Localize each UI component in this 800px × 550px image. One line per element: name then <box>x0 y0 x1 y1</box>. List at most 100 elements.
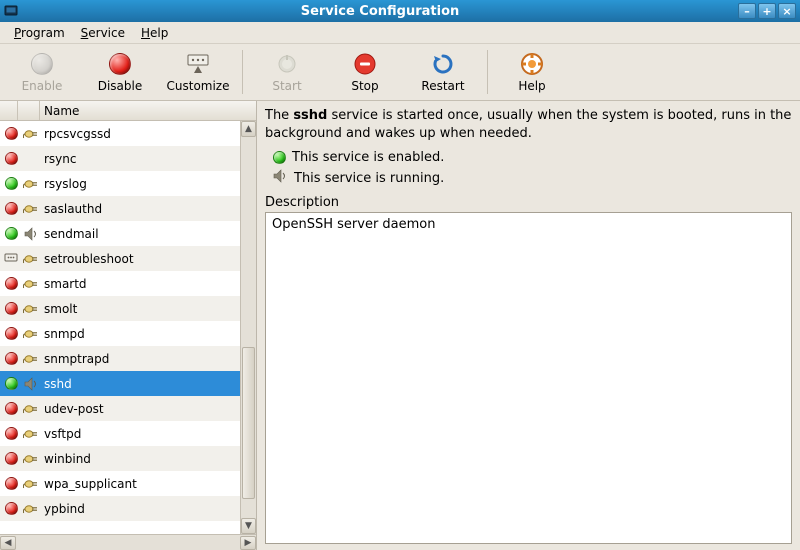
running-icon <box>20 427 42 441</box>
service-row-winbind[interactable]: winbind <box>0 446 240 471</box>
customize-button[interactable]: Customize <box>160 46 236 98</box>
restart-button[interactable]: Restart <box>405 46 481 98</box>
running-speaker-icon <box>273 169 288 187</box>
status-led-icon <box>2 302 20 315</box>
app-icon <box>4 4 18 18</box>
stop-button[interactable]: Stop <box>327 46 403 98</box>
toolbar-separator <box>487 50 488 94</box>
status-led-icon <box>2 202 20 215</box>
service-name: ypbind <box>42 502 238 516</box>
header-col-status[interactable] <box>0 101 18 120</box>
maximize-button[interactable]: + <box>758 3 776 19</box>
scroll-down-icon[interactable]: ▼ <box>241 518 256 534</box>
service-row-sshd[interactable]: sshd <box>0 371 240 396</box>
running-icon <box>20 402 42 416</box>
main-pane: Name rpcsvcgssdrsyncrsyslog saslauthd send… <box>0 101 800 550</box>
running-icon <box>20 377 42 391</box>
service-list-pane: Name rpcsvcgssdrsyncrsyslog saslauthd send… <box>0 101 257 550</box>
enabled-status-line: This service is enabled. <box>273 148 792 167</box>
help-icon <box>519 51 545 77</box>
status-led-icon <box>2 277 20 290</box>
service-name: smolt <box>42 302 238 316</box>
enabled-led-icon <box>273 151 286 164</box>
selected-service-name: sshd <box>293 108 327 123</box>
running-icon <box>20 452 42 466</box>
running-icon <box>20 352 42 366</box>
menu-program[interactable]: Program <box>6 24 73 42</box>
running-status-text: This service is running. <box>294 171 444 186</box>
service-list[interactable]: rpcsvcgssdrsyncrsyslog saslauthd sendmail s… <box>0 121 240 534</box>
description-box[interactable]: OpenSSH server daemon <box>265 212 792 544</box>
service-name: wpa_supplicant <box>42 477 238 491</box>
enable-icon <box>29 51 55 77</box>
scroll-thumb[interactable] <box>242 347 255 499</box>
service-row-udev-post[interactable]: udev-post <box>0 396 240 421</box>
description-label: Description <box>265 195 792 210</box>
help-button[interactable]: Help <box>494 46 570 98</box>
service-row-rsync[interactable]: rsync <box>0 146 240 171</box>
service-row-ypbind[interactable]: ypbind <box>0 496 240 521</box>
header-col-running[interactable] <box>18 101 40 120</box>
detail-pane: The sshd service is started once, usuall… <box>257 101 800 550</box>
vertical-scrollbar[interactable]: ▲ ▼ <box>240 121 256 534</box>
header-col-name[interactable]: Name <box>40 104 256 118</box>
service-name: udev-post <box>42 402 238 416</box>
list-header[interactable]: Name <box>0 101 256 121</box>
disable-icon <box>107 51 133 77</box>
enabled-status-text: This service is enabled. <box>292 150 444 165</box>
status-led-icon <box>2 452 20 465</box>
status-led-icon <box>2 152 20 165</box>
running-icon <box>20 302 42 316</box>
description-text: OpenSSH server daemon <box>272 217 436 232</box>
horizontal-scrollbar[interactable]: ◀ ▶ <box>0 534 256 550</box>
scroll-left-icon[interactable]: ◀ <box>0 536 16 550</box>
service-name: setroubleshoot <box>42 252 238 266</box>
running-icon <box>20 177 42 191</box>
service-row-snmptrapd[interactable]: snmptrapd <box>0 346 240 371</box>
stop-icon <box>352 51 378 77</box>
running-icon <box>20 327 42 341</box>
running-icon <box>20 252 42 266</box>
status-led-icon <box>2 377 20 390</box>
status-led-icon <box>2 253 20 265</box>
status-led-icon <box>2 427 20 440</box>
service-row-rsyslog[interactable]: rsyslog <box>0 171 240 196</box>
close-button[interactable]: × <box>778 3 796 19</box>
menu-help[interactable]: Help <box>133 24 176 42</box>
service-name: sendmail <box>42 227 238 241</box>
status-led-icon <box>2 227 20 240</box>
service-row-saslauthd[interactable]: saslauthd <box>0 196 240 221</box>
scroll-right-icon[interactable]: ▶ <box>240 536 256 550</box>
service-row-smolt[interactable]: smolt <box>0 296 240 321</box>
service-row-sendmail[interactable]: sendmail <box>0 221 240 246</box>
running-status-line: This service is running. <box>273 167 792 189</box>
running-icon <box>20 502 42 516</box>
service-name: smartd <box>42 277 238 291</box>
service-row-snmpd[interactable]: snmpd <box>0 321 240 346</box>
customize-icon <box>185 51 211 77</box>
start-icon <box>274 51 300 77</box>
restart-icon <box>430 51 456 77</box>
status-led-icon <box>2 327 20 340</box>
disable-button[interactable]: Disable <box>82 46 158 98</box>
service-name: saslauthd <box>42 202 238 216</box>
service-row-wpa_supplicant[interactable]: wpa_supplicant <box>0 471 240 496</box>
service-name: snmptrapd <box>42 352 238 366</box>
toolbar-separator <box>242 50 243 94</box>
service-row-setroubleshoot[interactable]: setroubleshoot <box>0 246 240 271</box>
menu-service[interactable]: Service <box>73 24 133 42</box>
minimize-button[interactable]: – <box>738 3 756 19</box>
scroll-up-icon[interactable]: ▲ <box>241 121 256 137</box>
title-bar: Service Configuration – + × <box>0 0 800 22</box>
status-led-icon <box>2 502 20 515</box>
service-row-rpcsvcgssd[interactable]: rpcsvcgssd <box>0 121 240 146</box>
status-led-icon <box>2 402 20 415</box>
service-name: winbind <box>42 452 238 466</box>
service-row-vsftpd[interactable]: vsftpd <box>0 421 240 446</box>
window-title: Service Configuration <box>24 4 736 19</box>
running-icon <box>20 127 42 141</box>
toolbar: Enable Disable Customize Start Stop Rest… <box>0 44 800 101</box>
service-summary: The sshd service is started once, usuall… <box>265 107 792 142</box>
menubar: Program Service Help <box>0 22 800 44</box>
service-row-smartd[interactable]: smartd <box>0 271 240 296</box>
